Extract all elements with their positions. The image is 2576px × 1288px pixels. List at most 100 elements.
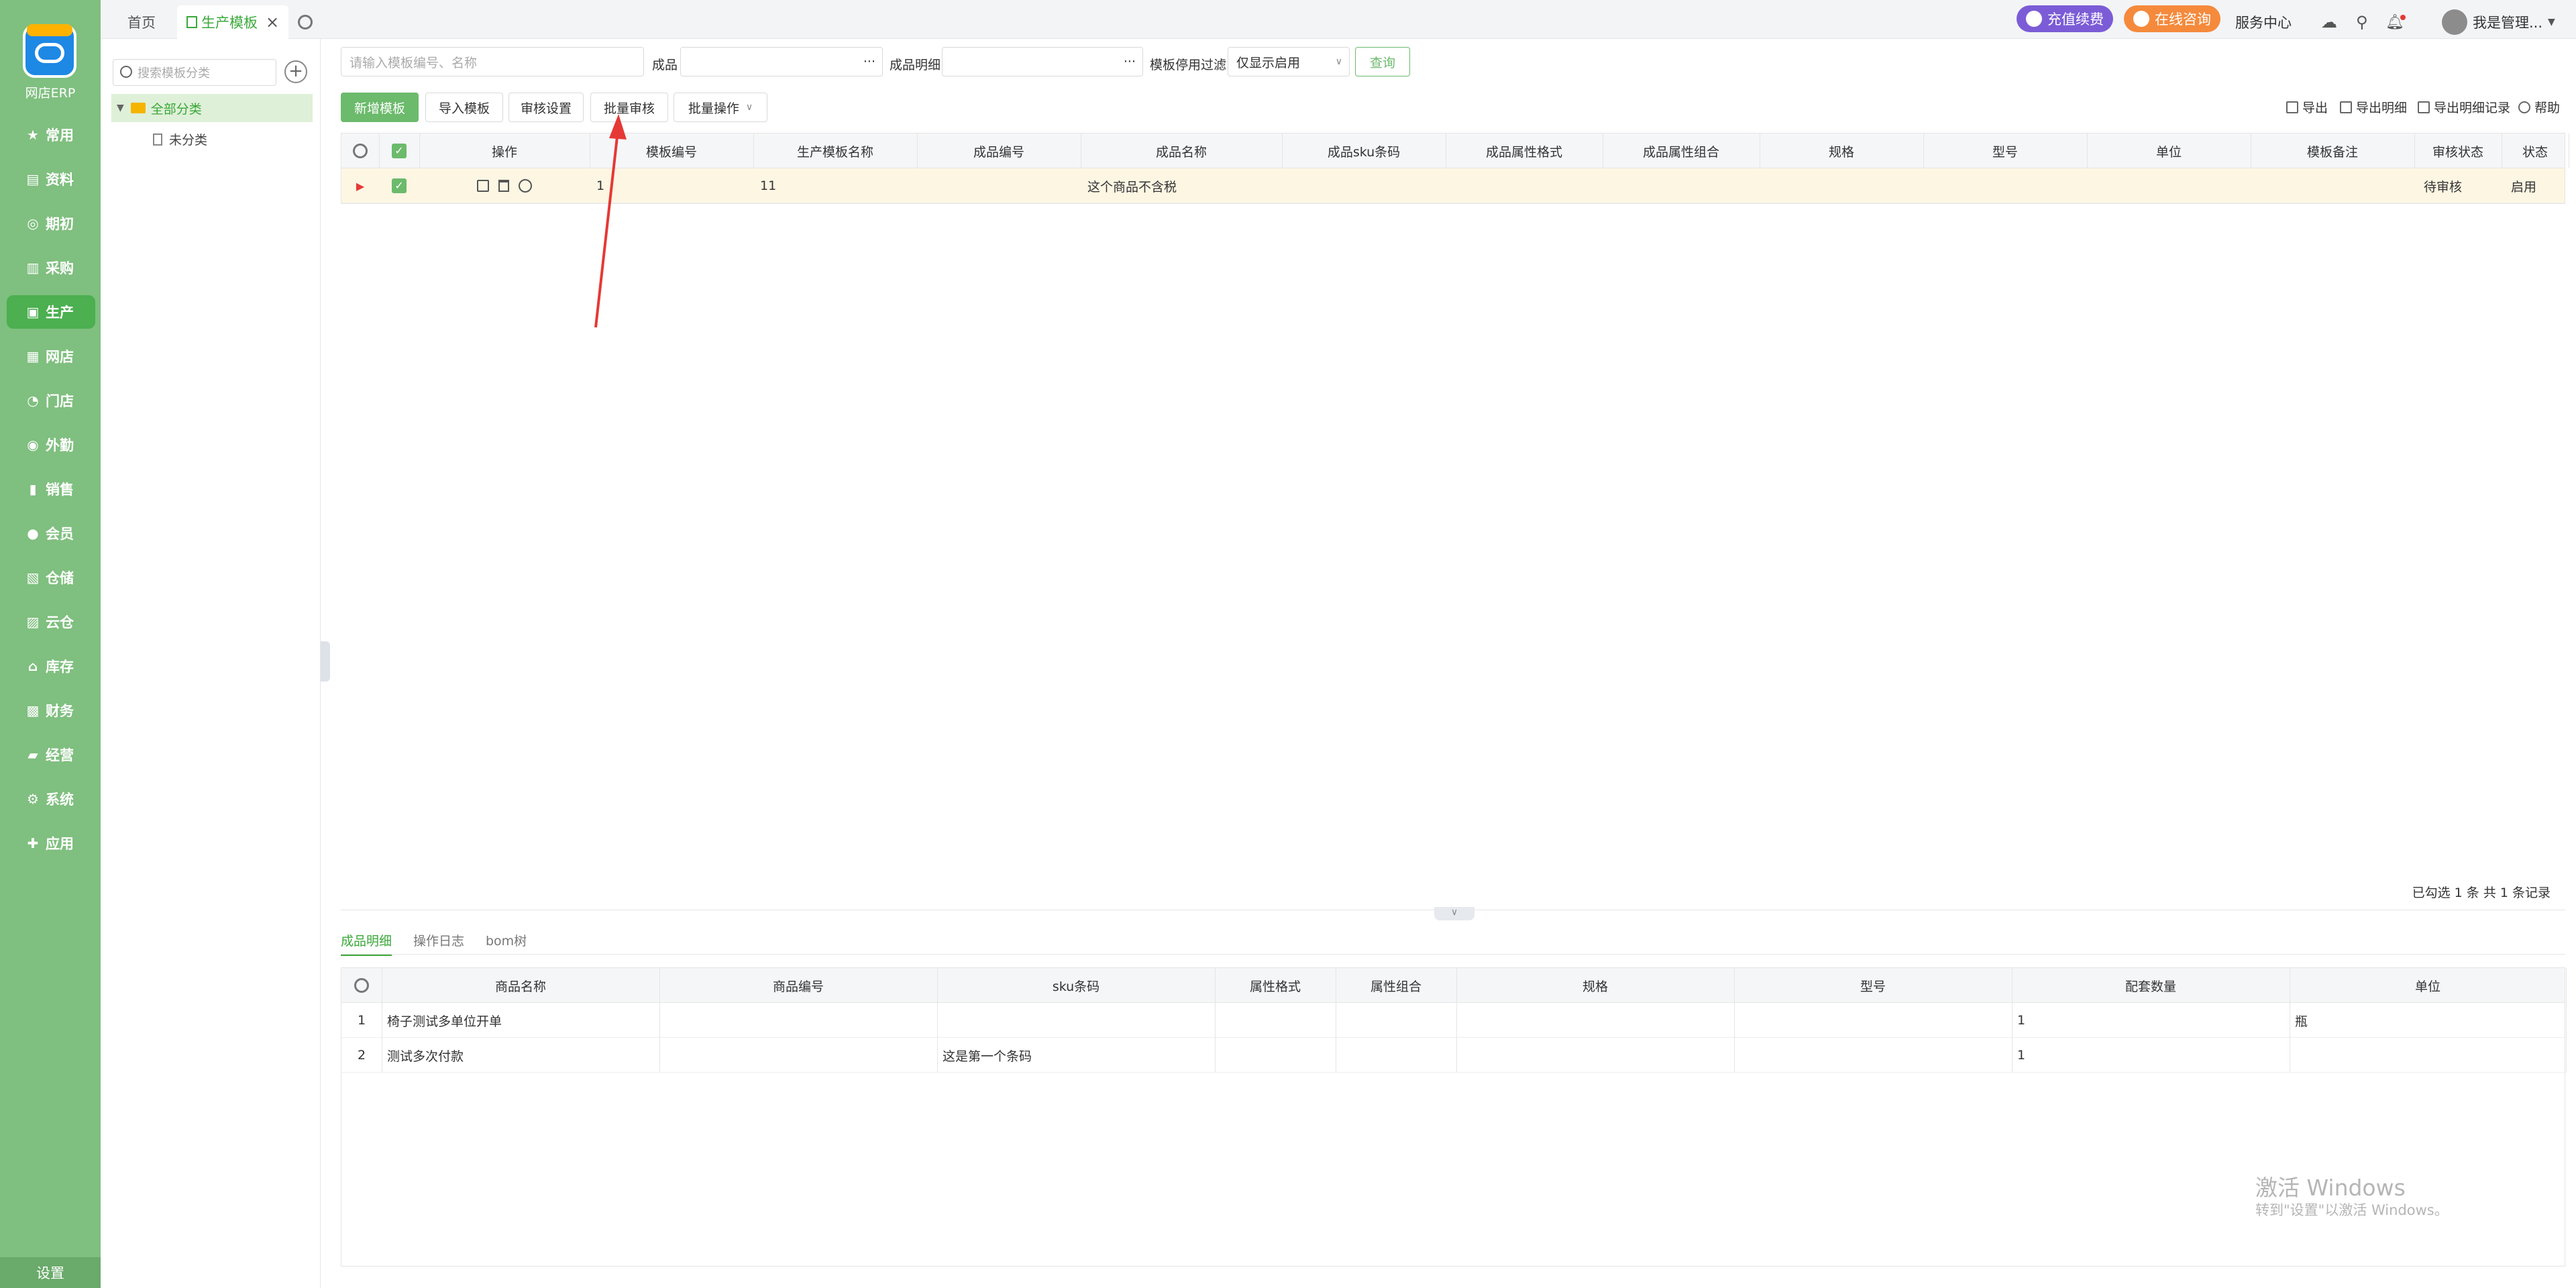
query-button[interactable]: 查询 [1355,47,1410,76]
recharge-label: 充值续费 [2047,11,2104,28]
column-header[interactable]: 模板编号 [590,133,753,168]
bell-icon[interactable]: 🔔︎ [2385,5,2406,39]
column-header[interactable]: 成品编号 [917,133,1081,168]
tree-node-uncategorized[interactable]: 未分类 [153,130,207,148]
detail-cell-spec [1462,1003,1734,1038]
column-header[interactable]: 单位 [2087,133,2251,168]
column-header[interactable]: 审核状态 [2414,133,2502,168]
sidebar-item-icon: ◉ [27,437,39,453]
tab-home[interactable]: 首页 [127,5,156,39]
new-template-button[interactable]: 新增模板 [341,93,419,122]
detail-tab-0[interactable]: 成品明细 [341,931,392,956]
product-picker[interactable]: ··· [680,47,883,76]
column-header[interactable]: 成品sku条码 [1282,133,1446,168]
detail-row-index: 1 [357,1013,366,1028]
recharge-button[interactable]: 充值续费 [2017,5,2113,32]
detail-column-header[interactable]: 属性格式 [1215,968,1336,1003]
tree-node-all[interactable]: ▼ 全部分类 [111,94,313,122]
close-icon[interactable]: × [266,13,279,32]
keyword-input[interactable]: 请输入模板编号、名称 [341,47,644,76]
detail-row[interactable]: 2 测试多次付款 这是第一个条码 1 [341,1038,2567,1073]
sidebar-item-icon: ▧ [26,570,40,586]
detail-column-header[interactable]: 单位 [2290,968,2566,1003]
chevron-down-icon[interactable]: ∨ [1434,907,1474,920]
column-divider [1456,1003,1457,1038]
user-menu[interactable]: 我是管理... ▼ [2442,5,2555,39]
sidebar-item-15[interactable]: ⚙ 系统 [7,782,95,816]
sidebar-item-5[interactable]: ▦ 网店 [7,339,95,373]
sidebar-item-icon: ▨ [26,614,40,630]
settings-button[interactable]: 设置 [0,1257,101,1288]
export-button[interactable]: 导出 [2286,98,2328,116]
detail-column-header[interactable]: 配套数量 [2012,968,2290,1003]
sidebar-item-12[interactable]: ⌂ 库存 [7,649,95,683]
chevron-down-icon: ▼ [2548,17,2555,28]
sidebar-item-8[interactable]: ▮ 销售 [7,472,95,506]
delete-icon[interactable] [498,180,509,192]
detail-column-header[interactable]: 商品名称 [382,968,659,1003]
product-detail-picker[interactable]: ··· [942,47,1143,76]
consult-button[interactable]: 在线咨询 [2124,5,2220,32]
table-row[interactable]: ▶ ✓ 1 11 这个商品不含税 待审核 启用 [341,168,2565,203]
row-checkbox[interactable]: ✓ [379,168,419,203]
column-header[interactable]: 状态 [2502,133,2569,168]
detail-grid-header: 商品名称 商品编号 sku条码 属性格式 属性组合 规格 型号 配套数量 单位 [341,968,2567,1003]
expand-row-icon[interactable]: ▶ [341,168,379,203]
sidebar-item-16[interactable]: ✚ 应用 [7,826,95,860]
category-search-input[interactable]: 搜索模板分类 [113,59,276,86]
column-header[interactable]: 规格 [1760,133,1923,168]
detail-row[interactable]: 1 椅子测试多单位开单 1 瓶 [341,1003,2567,1038]
column-header[interactable]: 生产模板名称 [753,133,917,168]
select-all-checkbox[interactable]: ✓ [379,133,419,168]
sidebar-item-10[interactable]: ▧ 仓储 [7,561,95,594]
sidebar-item-4[interactable]: ▣ 生产 [7,295,95,329]
sidebar-item-7[interactable]: ◉ 外勤 [7,428,95,462]
search-icon[interactable]: ⚲ [2356,5,2368,39]
import-template-button[interactable]: 导入模板 [425,93,503,122]
sidebar-item-3[interactable]: ▥ 采购 [7,251,95,284]
detail-tab-2[interactable]: bom树 [486,931,527,949]
detail-column-settings-icon[interactable] [341,968,382,1003]
batch-audit-button[interactable]: 批量审核 [590,93,668,122]
table-cell-audit_status: 待审核 [2424,179,2463,195]
sidebar-item-label: 外勤 [46,437,74,453]
sidebar-item-0[interactable]: ★ 常用 [7,118,95,152]
detail-tab-1[interactable]: 操作日志 [413,931,464,949]
sidebar-item-2[interactable]: ◎ 期初 [7,207,95,240]
sidebar-item-6[interactable]: ◔ 门店 [7,384,95,417]
disable-icon[interactable] [519,179,532,193]
detail-column-header[interactable]: 属性组合 [1336,968,1456,1003]
help-button[interactable]: 帮助 [2518,98,2560,116]
batch-ops-dropdown[interactable]: 批量操作 ∨ [674,93,767,122]
service-center-link[interactable]: 服务中心 [2235,5,2292,39]
sidebar-item-11[interactable]: ▨ 云仓 [7,605,95,639]
detail-column-header[interactable]: 商品编号 [659,968,937,1003]
selection-summary: 已勾选 1 条 共 1 条记录 [2412,885,2551,900]
detail-column-header[interactable]: sku条码 [937,968,1215,1003]
sidebar-item-14[interactable]: ▰ 经营 [7,738,95,771]
sidebar-item-9[interactable]: ● 会员 [7,517,95,550]
audit-settings-button[interactable]: 审核设置 [508,93,584,122]
export-detail-log-button[interactable]: 导出明细记录 [2418,98,2510,116]
sidebar-item-1[interactable]: ▤ 资料 [7,162,95,196]
edit-icon[interactable] [477,180,489,192]
sidebar-item-icon: ▤ [26,171,40,187]
detail-column-header[interactable]: 型号 [1734,968,2012,1003]
sidebar-item-13[interactable]: ▩ 财务 [7,694,95,727]
panel-collapse-handle[interactable] [321,641,330,682]
disable-filter-select[interactable]: 仅显示启用 ∨ [1228,47,1350,76]
column-header[interactable]: 型号 [1923,133,2087,168]
tab-production-template[interactable]: 生产模板 × [177,5,289,39]
column-settings-icon[interactable] [341,133,379,168]
cloud-download-icon[interactable]: ☁ [2321,5,2337,39]
column-header[interactable]: 操作 [419,133,590,168]
column-header[interactable]: 成品名称 [1081,133,1282,168]
add-category-button[interactable]: + [284,60,307,83]
export-detail-button[interactable]: 导出明细 [2340,98,2407,116]
column-header[interactable]: 成品属性组合 [1603,133,1760,168]
column-header[interactable]: 成品属性格式 [1446,133,1603,168]
column-header[interactable]: 模板备注 [2251,133,2414,168]
column-divider [659,1003,660,1038]
detail-column-header[interactable]: 规格 [1456,968,1734,1003]
gear-icon[interactable] [298,5,313,39]
